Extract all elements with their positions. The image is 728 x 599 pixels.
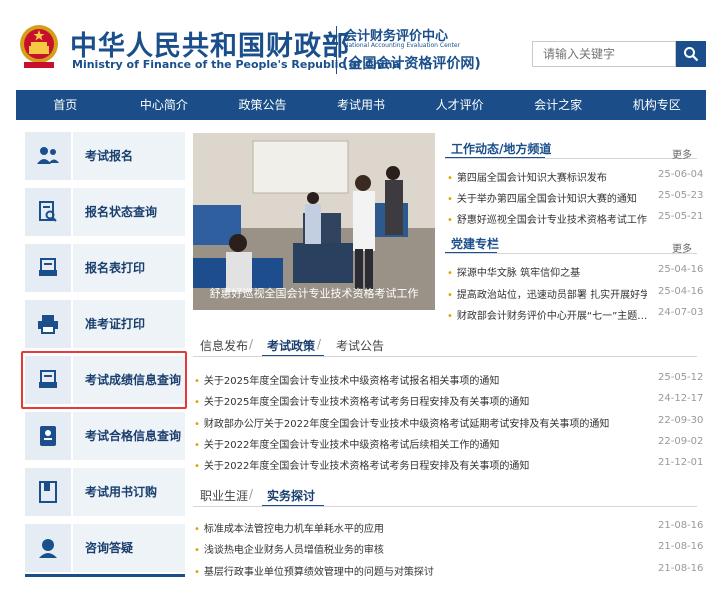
support-person-icon bbox=[25, 524, 73, 572]
list-item[interactable]: 探源中华文脉 筑牢信仰之基 bbox=[447, 264, 647, 279]
sidebar-item-label: 报名状态查询 bbox=[85, 205, 158, 219]
sidebar-item-label: 准考证打印 bbox=[85, 317, 146, 331]
national-emblem-icon bbox=[20, 25, 58, 68]
tab-separator: / bbox=[249, 337, 254, 351]
sidebar-item-label: 报名表打印 bbox=[85, 261, 146, 275]
document-search-icon bbox=[25, 188, 73, 236]
sidebar-item-label: 咨询答疑 bbox=[85, 541, 134, 555]
list-item[interactable]: 关于2025年度全国会计专业技术资格考试考务日程安排及有关事项的通知 bbox=[194, 393, 634, 408]
sidebar-item-status-query[interactable]: 报名状态查询 bbox=[25, 188, 185, 236]
list-item-date: 24-07-03 bbox=[658, 307, 704, 318]
list-item[interactable]: 舒惠好巡视全国会计专业技术资格考试工作 bbox=[447, 211, 647, 226]
search-input[interactable] bbox=[532, 41, 676, 67]
list-item[interactable]: 关于举办第四届全国会计知识大赛的通知 bbox=[447, 190, 647, 205]
header-divider bbox=[336, 26, 337, 74]
nav-about[interactable]: 中心简介 bbox=[115, 90, 214, 120]
sidebar-item-consultation[interactable]: 咨询答疑 bbox=[25, 524, 185, 572]
certificate-icon bbox=[25, 412, 73, 460]
list-item-date: 25-04-16 bbox=[658, 286, 704, 297]
list-item-date: 22-09-30 bbox=[658, 415, 704, 426]
sidebar-item-label: 考试报名 bbox=[85, 149, 134, 163]
center-name-english: National Accounting Evaluation Center bbox=[344, 42, 461, 49]
list-item-date: 25-05-12 bbox=[658, 372, 704, 383]
nav-policy[interactable]: 政策公告 bbox=[213, 90, 312, 120]
list-item[interactable]: 关于2025年度全国会计专业技术中级资格考试报名相关事项的通知 bbox=[194, 372, 634, 387]
photo-caption[interactable]: 舒惠好巡视全国会计专业技术资格考试工作 bbox=[193, 283, 435, 305]
site-header: 中华人民共和国财政部 Ministry of Finance of the Pe… bbox=[0, 0, 728, 88]
main-nav: 首页 中心简介 政策公告 考试用书 人才评价 会计之家 机构专区 bbox=[16, 90, 706, 120]
tab-practice-discussion[interactable]: 实务探讨 bbox=[267, 487, 315, 504]
sidebar-item-book-order[interactable]: 考试用书订购 bbox=[25, 468, 185, 516]
list-item-date: 25-05-21 bbox=[658, 211, 704, 222]
printer-icon bbox=[25, 300, 73, 348]
sidebar-item-registration[interactable]: 考试报名 bbox=[25, 132, 185, 180]
list-item-date: 22-09-02 bbox=[658, 436, 704, 447]
tab-info-release[interactable]: 信息发布 bbox=[200, 337, 248, 354]
work-news-divider bbox=[445, 158, 697, 159]
book-icon bbox=[25, 468, 73, 516]
work-news-more-link[interactable]: 更多 bbox=[672, 146, 692, 161]
sidebar-item-qualification-query[interactable]: 考试合格信息查询 bbox=[25, 412, 185, 460]
people-icon bbox=[25, 132, 73, 180]
sidebar-item-admission-print[interactable]: 准考证打印 bbox=[25, 300, 185, 348]
list-item-date: 25-06-04 bbox=[658, 169, 704, 180]
form-print-icon bbox=[25, 244, 73, 292]
tab-career[interactable]: 职业生涯 bbox=[200, 487, 248, 504]
sidebar-item-label: 考试合格信息查询 bbox=[85, 429, 182, 443]
list-item[interactable]: 标准成本法管控电力机车单耗水平的应用 bbox=[194, 520, 634, 535]
list-item-date: 21-12-01 bbox=[658, 457, 704, 468]
nav-home[interactable]: 首页 bbox=[16, 90, 115, 120]
tab-separator: / bbox=[317, 337, 322, 351]
list-item[interactable]: 基层行政事业单位预算绩效管理中的问题与对策探讨 bbox=[194, 563, 634, 578]
list-item[interactable]: 关于2022年度全国会计专业技术资格考试考务日程安排及有关事项的通知 bbox=[194, 457, 634, 472]
search-icon bbox=[684, 47, 699, 62]
sidebar-item-form-print[interactable]: 报名表打印 bbox=[25, 244, 185, 292]
party-section-title[interactable]: 党建专栏 bbox=[451, 235, 499, 252]
sidebar-bottom-bar bbox=[25, 574, 185, 577]
list-item[interactable]: 第四届全国会计知识大赛标识发布 bbox=[447, 169, 647, 184]
list-item-date: 25-04-16 bbox=[658, 264, 704, 275]
list-item-date: 21-08-16 bbox=[658, 541, 704, 552]
nav-institutions[interactable]: 机构专区 bbox=[607, 90, 706, 120]
list-item[interactable]: 浅谈热电企业财务人员增值税业务的审核 bbox=[194, 541, 634, 556]
nav-talent[interactable]: 人才评价 bbox=[410, 90, 509, 120]
nav-accounting-home[interactable]: 会计之家 bbox=[509, 90, 608, 120]
list-item[interactable]: 财政部办公厅关于2022年度全国会计专业技术中级资格考试延期考试安排及有关事项的… bbox=[194, 415, 634, 430]
search-button[interactable] bbox=[676, 41, 706, 67]
list-item[interactable]: 财政部会计财务评价中心开展“七一”主题… bbox=[447, 307, 647, 322]
list-item[interactable]: 提高政治站位，迅速动员部署 扎实开展好学… bbox=[447, 286, 647, 301]
policy-tabs-divider bbox=[193, 356, 697, 357]
center-network-name: (全国会计资格评价网) bbox=[342, 56, 481, 72]
tab-exam-announcement[interactable]: 考试公告 bbox=[336, 337, 384, 354]
work-news-title[interactable]: 工作动态/地方频道 bbox=[451, 140, 551, 157]
list-item[interactable]: 关于2022年度全国会计专业技术中级资格考试后续相关工作的通知 bbox=[194, 436, 634, 451]
list-item-date: 25-05-23 bbox=[658, 190, 704, 201]
nav-books[interactable]: 考试用书 bbox=[312, 90, 411, 120]
practice-tabs-divider bbox=[193, 506, 697, 507]
tab-exam-policy[interactable]: 考试政策 bbox=[267, 337, 315, 354]
sidebar-item-label: 考试用书订购 bbox=[85, 485, 158, 499]
list-item-date: 21-08-16 bbox=[658, 520, 704, 531]
party-more-link[interactable]: 更多 bbox=[672, 240, 692, 255]
list-item-date: 21-08-16 bbox=[658, 563, 704, 574]
tab-separator: / bbox=[249, 487, 254, 501]
list-item-date: 24-12-17 bbox=[658, 393, 704, 404]
selected-item-highlight bbox=[21, 351, 187, 409]
party-section-divider bbox=[445, 253, 697, 254]
